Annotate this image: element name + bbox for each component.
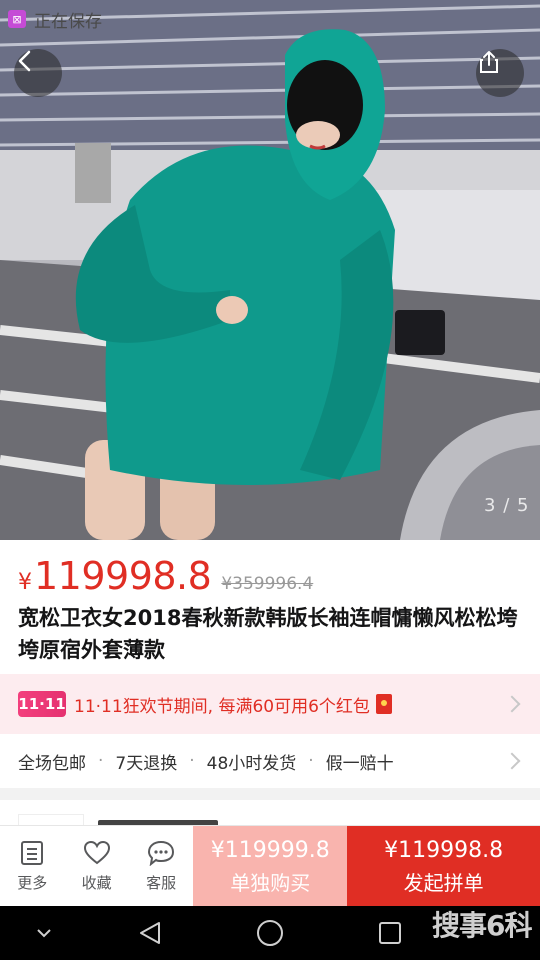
original-price: ¥359996.4 (221, 574, 314, 594)
product-photo (0, 0, 540, 540)
nav-back-button[interactable] (135, 918, 165, 948)
group-buy-label: 发起拼单 (403, 870, 484, 895)
chevron-right-icon (503, 752, 521, 770)
chat-icon (148, 840, 175, 866)
saving-status: ⊠ 正在保存 (8, 6, 102, 32)
chevron-left-icon (18, 50, 31, 72)
app-mini-icon: ⊠ (8, 10, 26, 28)
service-guarantees[interactable]: 全场包邮 · 7天退换 · 48小时发货 · 假一赔十 (0, 734, 540, 788)
service-separator: · (308, 751, 314, 771)
image-counter-current: 3 (484, 495, 497, 516)
chevron-right-icon (503, 695, 521, 713)
promo-banner[interactable]: 11·11 11·11狂欢节期间, 每满60可用6个红包 (0, 674, 540, 734)
favorite-button[interactable]: 收藏 (64, 826, 128, 907)
currency-symbol: ¥ (18, 570, 32, 595)
favorite-label: 收藏 (81, 874, 112, 892)
price-row: ¥ 119998.8 ¥359996.4 (18, 554, 313, 598)
red-packet-icon (375, 694, 392, 714)
service-separator: · (98, 751, 104, 771)
nav-home-button[interactable] (255, 918, 285, 948)
share-button[interactable] (476, 49, 524, 97)
group-buy-button[interactable]: ¥119998.8 发起拼单 (347, 826, 540, 907)
back-button[interactable] (14, 49, 62, 97)
single-buy-button[interactable]: ¥119999.8 单独购买 (193, 826, 348, 907)
watermark-logo: 搜事6科 (432, 909, 532, 942)
image-counter-total: 5 (517, 495, 530, 516)
bottom-action-bar: 更多 收藏 客服 ¥119999.8 单独购买 ¥119998.8 发起拼单 (0, 825, 540, 907)
circle-home-icon (257, 920, 283, 946)
service-item: 假一赔十 (325, 753, 394, 774)
product-image-gallery[interactable]: ⊠ 正在保存 3 / 5 (0, 0, 540, 540)
promo-text: 11·11狂欢节期间, 每满60可用6个红包 (74, 696, 370, 717)
image-counter-separator: / (503, 495, 511, 516)
chevron-down-icon (37, 929, 51, 938)
product-info: ¥ 119998.8 ¥359996.4 宽松卫衣女2018春秋新款韩版长袖连帽… (0, 540, 540, 674)
single-buy-label: 单独购买 (230, 870, 311, 895)
square-recents-icon (379, 922, 401, 944)
section-divider (0, 788, 540, 800)
customer-service-button[interactable]: 客服 (129, 826, 193, 907)
service-item: 7天退换 (115, 753, 178, 774)
saving-status-text: 正在保存 (34, 11, 102, 32)
group-buy-price: ¥119998.8 (384, 837, 504, 863)
promo-badge: 11·11 (18, 691, 66, 717)
single-buy-price: ¥119999.8 (210, 837, 330, 863)
service-list: 全场包邮 · 7天退换 · 48小时发货 · 假一赔十 (18, 749, 394, 774)
customer-service-label: 客服 (146, 874, 177, 892)
nav-collapse-button[interactable] (29, 918, 59, 948)
more-label: 更多 (17, 874, 48, 892)
share-icon (480, 51, 498, 73)
more-button[interactable]: 更多 (0, 826, 64, 907)
menu-icon (21, 841, 44, 865)
heart-icon (83, 840, 110, 865)
image-counter: 3 / 5 (484, 495, 529, 516)
service-separator: · (189, 751, 195, 771)
group-price: 119998.8 (34, 554, 212, 598)
nav-recents-button[interactable] (375, 918, 405, 948)
product-title: 宽松卫衣女2018春秋新款韩版长袖连帽慵懒风松松垮垮原宿外套薄款 (18, 606, 518, 662)
service-item: 48小时发货 (206, 753, 297, 774)
product-detail-page: ⊠ 正在保存 3 / 5 ¥ 119998.8 ¥359996.4 宽松卫衣女2… (0, 0, 540, 960)
service-item: 全场包邮 (18, 753, 86, 774)
triangle-back-icon (140, 922, 160, 944)
